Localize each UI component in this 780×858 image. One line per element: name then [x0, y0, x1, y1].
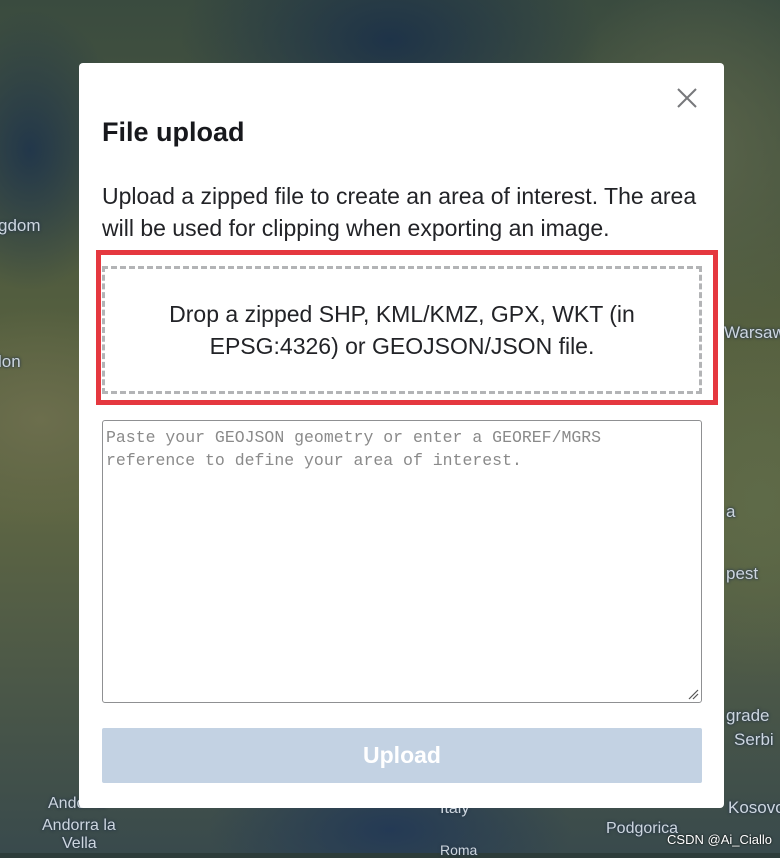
- file-dropzone[interactable]: Drop a zipped SHP, KML/KMZ, GPX, WKT (in…: [102, 266, 702, 394]
- map-label: Kosovo: [728, 798, 780, 817]
- watermark: CSDN @Ai_Ciallo: [667, 832, 772, 847]
- map-label: Serbi: [734, 730, 774, 749]
- map-label: a: [726, 502, 736, 521]
- upload-button[interactable]: Upload: [102, 728, 702, 783]
- map-label: gdom: [0, 216, 41, 235]
- close-icon: [677, 88, 697, 108]
- resize-grip-icon[interactable]: [687, 688, 699, 700]
- dialog-title: File upload: [102, 117, 245, 147]
- close-button[interactable]: [674, 85, 700, 111]
- map-label: pest: [726, 564, 759, 583]
- file-upload-dialog: File upload Upload a zipped file to crea…: [79, 63, 724, 808]
- geometry-input[interactable]: [102, 420, 702, 703]
- map-label: lon: [0, 352, 21, 371]
- map-label: Warsaw: [724, 323, 780, 342]
- map-label: grade: [726, 706, 770, 725]
- dropzone-text: Drop a zipped SHP, KML/KMZ, GPX, WKT (in…: [169, 301, 635, 359]
- map-label: Andorra la: [42, 817, 116, 834]
- map-label: Roma: [440, 842, 478, 858]
- map-label: Vella: [62, 835, 97, 852]
- dialog-description: Upload a zipped file to create an area o…: [102, 183, 697, 241]
